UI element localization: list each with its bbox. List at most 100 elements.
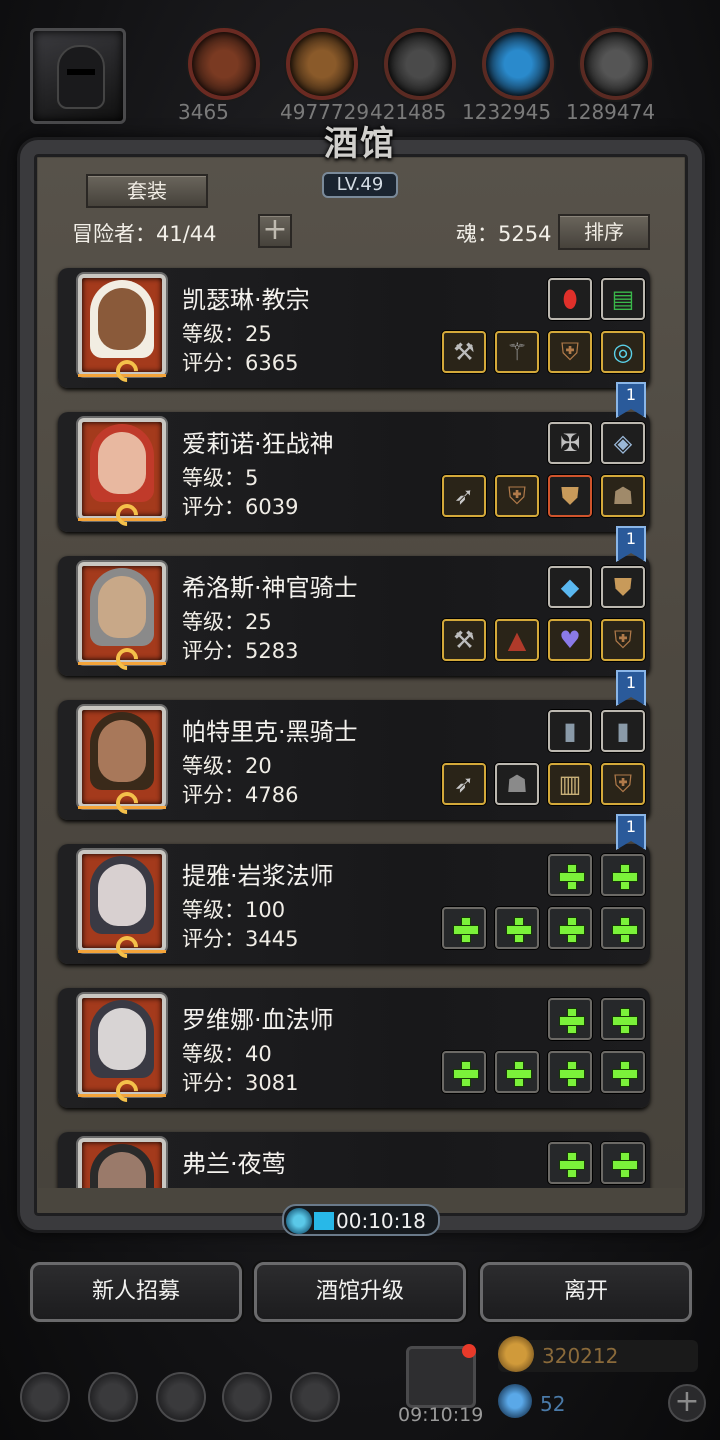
equipment-slot[interactable]: ⛊ xyxy=(601,566,645,608)
equipment-slot[interactable]: ⛊ xyxy=(548,475,592,517)
hero-score: 评分：6365 xyxy=(182,351,299,375)
hero-card[interactable]: 提雅·岩浆法师 等级：100 评分：3445 xyxy=(58,844,650,964)
shield-icon: ⛊ xyxy=(561,482,579,510)
equipment-slot[interactable]: ⛨ xyxy=(548,331,592,373)
hero-level: 等级：20 xyxy=(182,754,272,778)
equipment-slot[interactable]: ⛨ xyxy=(495,475,539,517)
hero-card[interactable]: 帕特里克·黑骑士 等级：20 评分：4786 ▮ ▮ ➶ ☗ ▥ ⛨ xyxy=(58,700,650,820)
leave-button[interactable]: 离开 xyxy=(480,1262,692,1322)
equipment-slot[interactable]: ⚚ xyxy=(495,331,539,373)
hero-list[interactable]: 凯瑟琳·教宗 等级：25 评分：6365 ⬮ ▤ ⚒ ⚚ ⛨ ◎ 爱莉诺·狂战神 等级：5 评分：60… xyxy=(40,258,690,1188)
title-plate: 酒馆 xyxy=(300,116,420,176)
add-icon xyxy=(453,1061,479,1087)
equipment-slot[interactable]: ◎ xyxy=(601,331,645,373)
hero-portrait[interactable] xyxy=(78,1138,166,1188)
empty-equipment-slot[interactable] xyxy=(548,854,592,896)
empty-equipment-slot[interactable] xyxy=(601,998,645,1040)
hero-card[interactable]: 爱莉诺·狂战神 等级：5 评分：6039 ✠ ◈ ➶ ⛨ ⛊ ☗ xyxy=(58,412,650,532)
hero-name: 凯瑟琳·教宗 xyxy=(182,286,310,314)
equipment-slot[interactable]: ☗ xyxy=(495,763,539,805)
empty-equipment-slot[interactable] xyxy=(442,907,486,949)
tavern-level-badge: LV.49 xyxy=(322,172,398,198)
hero-level: 等级：25 xyxy=(182,322,272,346)
hammer-icon: ⚒ xyxy=(453,626,475,654)
recruit-button[interactable]: 新人招募 xyxy=(30,1262,242,1322)
hero-score: 评分：4786 xyxy=(182,783,299,807)
empty-equipment-slot[interactable] xyxy=(601,1051,645,1093)
resource-value: 1289474 xyxy=(566,100,656,124)
hero-name: 希洛斯·神官骑士 xyxy=(182,574,358,602)
hero-card[interactable]: 希洛斯·神官骑士 等级：25 评分：5283 ◆ ⛊ ⚒ ▲ ♥ ⛨ xyxy=(58,556,650,676)
player-avatar[interactable] xyxy=(30,28,126,124)
upgrade-tavern-button[interactable]: 酒馆升级 xyxy=(254,1262,466,1322)
equipment-slot[interactable]: ♥ xyxy=(548,619,592,661)
hero-level: 等级：40 xyxy=(182,1042,272,1066)
hero-score: 评分：3081 xyxy=(182,1071,299,1095)
gold-icon xyxy=(498,1336,534,1372)
add-icon xyxy=(612,1152,638,1178)
mask-icon: ☗ xyxy=(612,482,634,510)
empty-equipment-slot[interactable] xyxy=(548,1051,592,1093)
chest-icon[interactable] xyxy=(290,1372,340,1422)
hero-card[interactable]: 罗维娜·血法师等级：40 评分：3081 xyxy=(58,988,650,1108)
equipment-slot[interactable]: ▲ xyxy=(495,619,539,661)
page-title: 酒馆 xyxy=(324,124,396,164)
add-icon xyxy=(453,917,479,943)
sort-button[interactable]: 排序 xyxy=(558,214,650,250)
clock-icon xyxy=(286,1208,312,1234)
badge-icon[interactable] xyxy=(88,1372,138,1422)
empty-equipment-slot[interactable] xyxy=(601,854,645,896)
tablet-icon: ▮ xyxy=(563,717,577,745)
timer-text: 00:10:18 xyxy=(336,1209,426,1233)
add-icon xyxy=(559,1061,585,1087)
equipment-slot[interactable]: ⛨ xyxy=(601,763,645,805)
resource-meat-icon[interactable] xyxy=(188,28,260,100)
emblem-icon: ✠ xyxy=(559,429,581,457)
empty-equipment-slot[interactable] xyxy=(495,1051,539,1093)
refresh-timer: 00:10:18 xyxy=(282,1204,440,1236)
settings-icon[interactable] xyxy=(20,1372,70,1422)
empty-equipment-slot[interactable] xyxy=(548,1142,592,1184)
equipment-slot[interactable]: ▤ xyxy=(601,278,645,320)
resource-crystal-icon[interactable] xyxy=(482,28,554,100)
hero-face xyxy=(98,1008,146,1070)
empty-equipment-slot[interactable] xyxy=(442,1051,486,1093)
equipment-slot[interactable]: ☗ xyxy=(601,475,645,517)
spear-icon: ➶ xyxy=(453,482,475,510)
equipment-slot[interactable]: ▮ xyxy=(601,710,645,752)
resource-stone-icon[interactable] xyxy=(580,28,652,100)
resource-wood-icon[interactable] xyxy=(286,28,358,100)
equipment-slot[interactable]: ⚒ xyxy=(442,619,486,661)
empty-equipment-slot[interactable] xyxy=(548,998,592,1040)
equipment-slot[interactable]: ⛨ xyxy=(601,619,645,661)
resource-iron-icon[interactable] xyxy=(384,28,456,100)
empty-equipment-slot[interactable] xyxy=(601,907,645,949)
amulet-icon: ◈ xyxy=(613,429,633,457)
expand-slots-button[interactable]: + xyxy=(258,214,292,248)
red-gem-icon: ⬮ xyxy=(562,285,578,313)
hero-name: 罗维娜·血法师 xyxy=(182,1006,334,1034)
equipment-slot[interactable]: ➶ xyxy=(442,475,486,517)
equipment-slot[interactable]: ▮ xyxy=(548,710,592,752)
add-currency-button[interactable]: + xyxy=(668,1384,706,1422)
set-button[interactable]: 套装 xyxy=(86,174,208,208)
empty-equipment-slot[interactable] xyxy=(601,1142,645,1184)
building-icon[interactable] xyxy=(156,1372,206,1422)
equipment-slot[interactable]: ✠ xyxy=(548,422,592,464)
hero-card[interactable]: 弗兰·夜莺 xyxy=(58,1132,650,1188)
equipment-slot[interactable]: ⬮ xyxy=(548,278,592,320)
equipment-slot[interactable]: ➶ xyxy=(442,763,486,805)
empty-equipment-slot[interactable] xyxy=(495,907,539,949)
hero-level: 等级：5 xyxy=(182,466,259,490)
equipment-slot[interactable]: ⚒ xyxy=(442,331,486,373)
hero-face xyxy=(98,576,146,638)
equipment-slot[interactable]: ◈ xyxy=(601,422,645,464)
staff-icon: ⚚ xyxy=(506,338,528,366)
mail-icon[interactable] xyxy=(222,1372,272,1422)
equipment-slot[interactable]: ◆ xyxy=(548,566,592,608)
hero-card[interactable]: 凯瑟琳·教宗等级：25 评分：6365 ⬮ ▤ ⚒ ⚚ ⛨ ◎ xyxy=(58,268,650,388)
empty-equipment-slot[interactable] xyxy=(548,907,592,949)
equipment-slot[interactable]: ▥ xyxy=(548,763,592,805)
gem-count: 52 xyxy=(540,1392,566,1416)
hero-face xyxy=(98,864,146,926)
